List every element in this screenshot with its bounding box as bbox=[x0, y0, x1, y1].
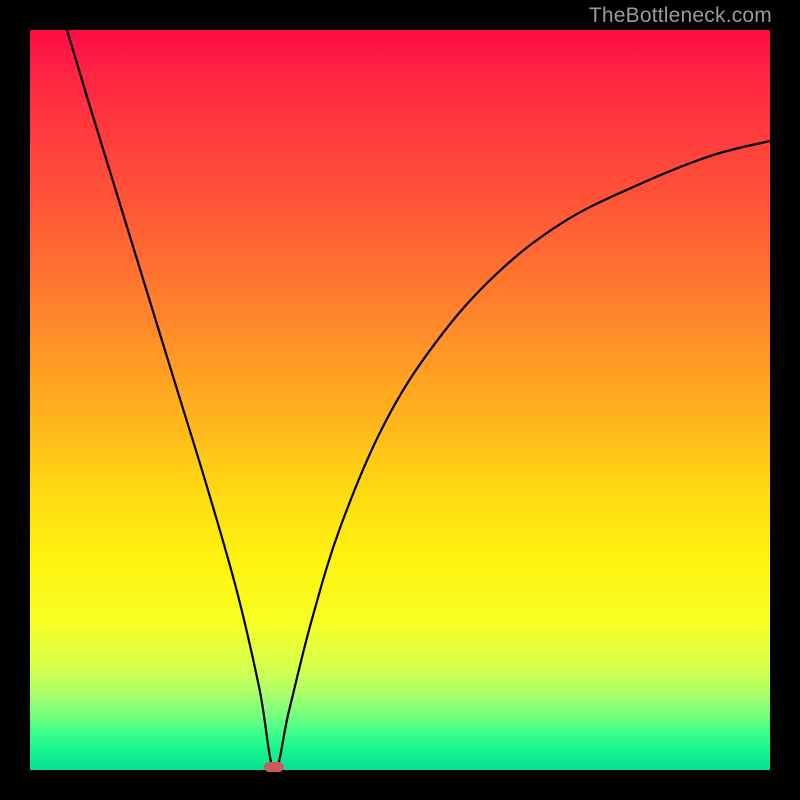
curve-path bbox=[67, 30, 770, 770]
figure-root: TheBottleneck.com bbox=[0, 0, 800, 800]
watermark-text: TheBottleneck.com bbox=[589, 4, 772, 28]
bottleneck-curve bbox=[30, 30, 770, 770]
optimal-marker bbox=[264, 762, 284, 772]
plot-area bbox=[30, 30, 770, 770]
